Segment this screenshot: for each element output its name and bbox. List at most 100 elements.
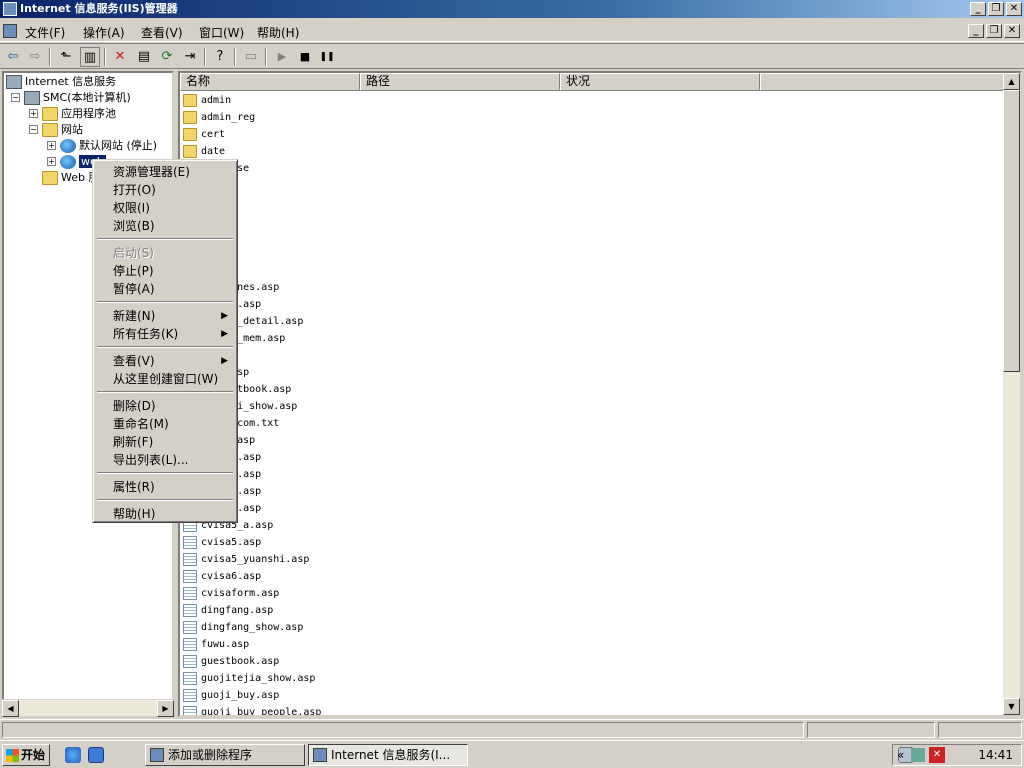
- start-button[interactable]: 开始: [2, 744, 50, 766]
- security-alert-icon[interactable]: ✕: [929, 747, 945, 763]
- expand-default-site[interactable]: +: [47, 141, 56, 150]
- list-item[interactable]: guoji_buy_people.asp: [183, 704, 1003, 715]
- menu-item-delete[interactable]: 删除(D): [96, 397, 234, 415]
- help-icon[interactable]: ?: [210, 47, 230, 67]
- list-item[interactable]: chuguo_mem.asp: [183, 330, 1003, 347]
- menu-item-properties[interactable]: 属性(R): [96, 478, 234, 496]
- list-item[interactable]: cruishi_show.asp: [183, 398, 1003, 415]
- expand-web-site[interactable]: +: [47, 157, 56, 166]
- list-item[interactable]: [183, 194, 1003, 211]
- tree-item-computer[interactable]: SMC(本地计算机): [24, 90, 131, 106]
- mdi-minimize-button[interactable]: _: [968, 24, 984, 38]
- column-header-name[interactable]: 名称: [180, 73, 360, 91]
- list-item[interactable]: cert: [183, 126, 1003, 143]
- list-item[interactable]: fuwu.asp: [183, 636, 1003, 653]
- menu-item-open[interactable]: 打开(O): [96, 181, 234, 199]
- list-item[interactable]: cvisaform.asp: [183, 585, 1003, 602]
- content-list-pane[interactable]: 名称 路径 状况 adminadmin_regcertdatedatabase a…: [178, 71, 1022, 717]
- list-item[interactable]: guoji_buy.asp: [183, 687, 1003, 704]
- menu-item-rename[interactable]: 重命名(M): [96, 415, 234, 433]
- task-add-remove-programs[interactable]: 添加或删除程序: [145, 744, 305, 766]
- menu-item-all-tasks[interactable]: 所有任务(K) ▶: [96, 325, 234, 343]
- delete-icon[interactable]: ✕: [110, 47, 130, 67]
- menu-file[interactable]: 文件(F): [25, 24, 65, 41]
- scroll-down-button[interactable]: ▼: [1003, 698, 1020, 715]
- list-item[interactable]: airplanes.asp: [183, 279, 1003, 296]
- tree-item-app-pools[interactable]: 应用程序池: [42, 106, 116, 122]
- menu-item-stop[interactable]: 停止(P): [96, 262, 234, 280]
- tree-item-default-site[interactable]: 默认网站 (停止): [60, 138, 157, 154]
- scroll-up-button[interactable]: ▲: [1003, 73, 1020, 90]
- list-item[interactable]: cqguestbook.asp: [183, 381, 1003, 398]
- tray-expand-chevron[interactable]: «: [897, 748, 904, 762]
- menu-item-permissions[interactable]: 权限(I): [96, 199, 234, 217]
- list-item[interactable]: conn.asp: [183, 364, 1003, 381]
- list-item[interactable]: cvisa3.asp: [183, 483, 1003, 500]
- menu-item-pause[interactable]: 暂停(A): [96, 280, 234, 298]
- mmc-icon[interactable]: [3, 24, 17, 38]
- collapse-websites[interactable]: −: [29, 125, 38, 134]
- task-iis-manager[interactable]: Internet 信息服务(I...: [308, 744, 468, 766]
- list-item[interactable]: admin_reg: [183, 109, 1003, 126]
- list-item[interactable]: date: [183, 143, 1003, 160]
- show-hide-tree-icon[interactable]: ▥: [80, 47, 100, 67]
- restore-button[interactable]: ❐: [988, 2, 1004, 16]
- list-item[interactable]: cvisa.com.txt: [183, 415, 1003, 432]
- list-item[interactable]: [183, 347, 1003, 364]
- list-item[interactable]: cvisa2.asp: [183, 466, 1003, 483]
- column-header-path[interactable]: 路径: [360, 73, 560, 91]
- play-icon[interactable]: ▶: [272, 47, 292, 67]
- tree-horizontal-scrollbar[interactable]: ◀ ▶: [2, 699, 174, 717]
- menu-item-explorer[interactable]: 资源管理器(E): [96, 163, 234, 181]
- internet-explorer-icon[interactable]: [65, 747, 81, 763]
- list-item[interactable]: guestbook.asp: [183, 653, 1003, 670]
- list-item[interactable]: dingfang_show.asp: [183, 619, 1003, 636]
- list-item[interactable]: cvisa4.asp: [183, 500, 1003, 517]
- computer-icon[interactable]: ▭: [241, 47, 261, 67]
- list-item[interactable]: [183, 177, 1003, 194]
- list-item[interactable]: [183, 245, 1003, 262]
- list-item[interactable]: [183, 262, 1003, 279]
- menu-item-new[interactable]: 新建(N) ▶: [96, 307, 234, 325]
- refresh-icon[interactable]: ⟳: [157, 47, 177, 67]
- list-item[interactable]: cvisa6.asp: [183, 568, 1003, 585]
- mdi-restore-button[interactable]: ❐: [986, 24, 1002, 38]
- forward-arrow-icon[interactable]: ⇨: [25, 47, 45, 67]
- list-item[interactable]: admin: [183, 92, 1003, 109]
- scroll-left-button[interactable]: ◀: [2, 700, 19, 717]
- expand-app-pools[interactable]: +: [29, 109, 38, 118]
- list-item[interactable]: bottom.asp: [183, 296, 1003, 313]
- menu-item-browse[interactable]: 浏览(B): [96, 217, 234, 235]
- list-item[interactable]: cvisa5.asp: [183, 534, 1003, 551]
- list-item[interactable]: guojitejia_show.asp: [183, 670, 1003, 687]
- menu-action[interactable]: 操作(A): [83, 24, 125, 41]
- menu-item-view[interactable]: 查看(V) ▶: [96, 352, 234, 370]
- tree-item-websites[interactable]: 网站: [42, 122, 83, 138]
- menu-window[interactable]: 窗口(W): [199, 24, 244, 41]
- list-item[interactable]: [183, 228, 1003, 245]
- list-item[interactable]: chuguo_detail.asp: [183, 313, 1003, 330]
- list-item[interactable]: cvisa5_yuanshi.asp: [183, 551, 1003, 568]
- list-item[interactable]: [183, 211, 1003, 228]
- minimize-button[interactable]: _: [970, 2, 986, 16]
- list-item[interactable]: cvisa.asp: [183, 432, 1003, 449]
- menu-item-help[interactable]: 帮助(H): [96, 505, 234, 523]
- show-desktop-icon[interactable]: [88, 747, 104, 763]
- list-item[interactable]: dingfang.asp: [183, 602, 1003, 619]
- column-header-status[interactable]: 状况: [560, 73, 760, 91]
- collapse-computer[interactable]: −: [11, 93, 20, 102]
- tree-item-root[interactable]: Internet 信息服务: [6, 74, 116, 90]
- menu-item-export[interactable]: 导出列表(L)...: [96, 451, 234, 469]
- pause-icon[interactable]: ❚❚: [317, 47, 337, 67]
- menu-item-refresh[interactable]: 刷新(F): [96, 433, 234, 451]
- menu-view[interactable]: 查看(V): [141, 24, 183, 41]
- scroll-right-button[interactable]: ▶: [157, 700, 174, 717]
- list-item[interactable]: database: [183, 160, 1003, 177]
- back-arrow-icon[interactable]: ⇦: [3, 47, 23, 67]
- menu-item-new-window[interactable]: 从这里创建窗口(W): [96, 370, 234, 388]
- up-folder-icon[interactable]: ⬑: [56, 47, 76, 67]
- export-list-icon[interactable]: ⇥: [180, 47, 200, 67]
- stop-icon[interactable]: ■: [295, 47, 315, 67]
- close-button[interactable]: ✕: [1006, 2, 1022, 16]
- network-icon[interactable]: [911, 748, 925, 762]
